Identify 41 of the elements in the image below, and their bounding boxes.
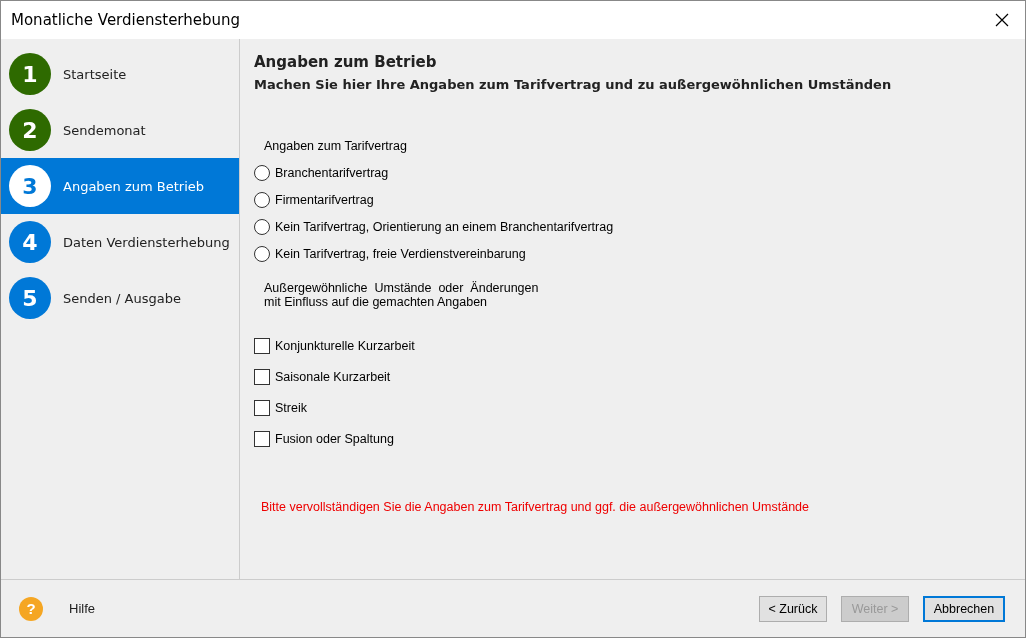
checkbox-label: Fusion oder Spaltung bbox=[275, 431, 394, 446]
page-subheading: Machen Sie hier Ihre Angaben zum Tarifvertrag und zu außergewöhnlichen Umständen bbox=[254, 77, 893, 92]
step-number: 2 bbox=[9, 109, 51, 151]
radio-button[interactable] bbox=[254, 164, 270, 181]
checkbox[interactable] bbox=[254, 399, 270, 416]
error-message: Bitte vervollständigen Sie die Angaben zum Tarifvertrag und ggf. die außergewöhnlichen Umstände bbox=[261, 500, 811, 514]
radio-button[interactable] bbox=[254, 191, 270, 208]
help-link[interactable]: Hilfe bbox=[69, 601, 95, 616]
radio-button[interactable] bbox=[254, 245, 270, 262]
radio-button[interactable] bbox=[254, 218, 270, 235]
radio-label: Kein Tarifvertrag, freie Verdienstvereinbarung bbox=[275, 246, 526, 261]
step-item[interactable]: 4 Daten Verdiensterhebung bbox=[1, 214, 239, 270]
group-label: Angaben zum Tarifvertrag bbox=[264, 139, 408, 153]
checkbox-label: Konjunkturelle Kurzarbeit bbox=[275, 338, 415, 353]
step-item[interactable]: 1 Startseite bbox=[1, 46, 239, 102]
step-label: Daten Verdiensterhebung bbox=[63, 234, 230, 250]
radio-label: Kein Tarifvertrag, Orientierung an einem Branchentarifvertrag bbox=[275, 219, 614, 234]
step-number: 1 bbox=[9, 53, 51, 95]
checkbox[interactable] bbox=[254, 337, 270, 354]
step-label: Angaben zum Betrieb bbox=[63, 178, 205, 194]
page-heading: Angaben zum Betrieb bbox=[254, 53, 438, 71]
step-item[interactable]: 2 Sendemonat bbox=[1, 102, 239, 158]
window-title: Monatliche Verdiensterhebung bbox=[11, 11, 241, 29]
checkbox[interactable] bbox=[254, 368, 270, 385]
step-item[interactable]: 3 Angaben zum Betrieb bbox=[1, 158, 239, 214]
wizard-button[interactable]: Abbrechen bbox=[923, 595, 1005, 622]
checkbox-label: Streik bbox=[275, 400, 307, 415]
radio-label: Branchentarifvertrag bbox=[275, 165, 389, 180]
step-number: 4 bbox=[9, 221, 51, 263]
wizard-button[interactable]: < Zurück bbox=[759, 595, 827, 622]
checkbox[interactable] bbox=[254, 430, 270, 447]
step-label: Startseite bbox=[63, 66, 127, 82]
step-label: Senden / Ausgabe bbox=[63, 290, 181, 306]
step-item[interactable]: 5 Senden / Ausgabe bbox=[1, 270, 239, 326]
step-number: 5 bbox=[9, 277, 51, 319]
close-icon bbox=[995, 13, 1009, 27]
checkbox-label: Saisonale Kurzarbeit bbox=[275, 369, 391, 384]
group-label: Außergewöhnliche Umstände oder Änderungen mit Einfluss auf die gemachten Angaben bbox=[264, 281, 540, 309]
step-number: 3 bbox=[9, 165, 51, 207]
step-label: Sendemonat bbox=[63, 122, 146, 138]
radio-label: Firmentarifvertrag bbox=[275, 192, 374, 207]
